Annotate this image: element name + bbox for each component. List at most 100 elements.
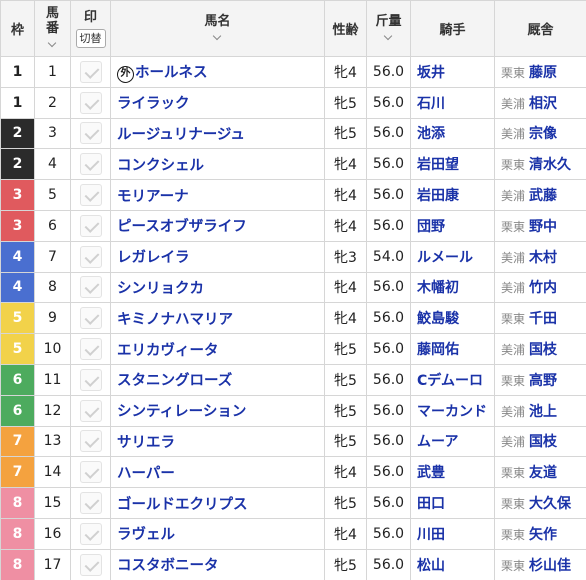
- trainer-name-link[interactable]: 清水久: [529, 157, 571, 173]
- jockey-cell: 武豊: [410, 456, 495, 489]
- mark-cell: [70, 56, 111, 88]
- check-icon[interactable]: [79, 153, 102, 176]
- check-icon[interactable]: [79, 91, 102, 114]
- check-icon[interactable]: [79, 276, 102, 299]
- weight-cell: 56.0: [366, 179, 411, 211]
- trainer-name-link[interactable]: 藤原: [529, 65, 557, 81]
- horse-name-link[interactable]: ルージュリナージュ: [117, 127, 245, 143]
- check-icon[interactable]: [79, 461, 102, 484]
- col-umaban-label-2: 番: [45, 21, 59, 36]
- trainer-cell: 美浦 国枝: [494, 333, 586, 365]
- trainer-name-link[interactable]: 国枝: [529, 342, 557, 358]
- check-icon[interactable]: [79, 368, 102, 391]
- trainer-name-link[interactable]: 武藤: [529, 188, 557, 204]
- waku-number: 7: [12, 433, 23, 450]
- check-icon[interactable]: [79, 399, 102, 422]
- jockey-name-link[interactable]: Cデムーロ: [417, 373, 483, 389]
- sexage-value: 牝5: [334, 434, 357, 451]
- sort-chevron-icon[interactable]: [45, 39, 61, 51]
- jockey-cell: 団野: [410, 209, 495, 242]
- waku-cell: 7: [0, 425, 35, 458]
- trainer-name-link[interactable]: 大久保: [529, 496, 571, 512]
- jockey-name-link[interactable]: マーカンド: [417, 404, 487, 420]
- trainer-name-link[interactable]: 千田: [529, 311, 557, 327]
- trainer-region: 栗東: [501, 373, 526, 388]
- check-icon[interactable]: [79, 522, 102, 545]
- trainer-name-link[interactable]: 友道: [529, 465, 557, 481]
- jockey-name-link[interactable]: 松山: [417, 558, 445, 574]
- trainer-cell: 栗東 藤原: [494, 56, 586, 88]
- horse-name-link[interactable]: ピースオブザライフ: [117, 219, 247, 235]
- check-icon[interactable]: [79, 492, 102, 515]
- jockey-cell: 鮫島駿: [410, 302, 495, 335]
- jockey-name-link[interactable]: 鮫島駿: [417, 311, 459, 327]
- umaban-cell: 5: [34, 179, 71, 211]
- jockey-name-link[interactable]: 田口: [417, 496, 445, 512]
- horse-name-link[interactable]: ラヴェル: [117, 527, 175, 543]
- jockey-name-link[interactable]: 坂井: [417, 65, 445, 81]
- col-trainer-label: 厩舎: [527, 23, 554, 38]
- trainer-name-link[interactable]: 矢作: [529, 527, 557, 543]
- jockey-name-link[interactable]: 岩田康: [417, 188, 459, 204]
- trainer-name-link[interactable]: 宗像: [529, 126, 557, 142]
- jockey-name-link[interactable]: ルメール: [417, 250, 473, 266]
- horse-name-link[interactable]: エリカヴィータ: [117, 343, 219, 359]
- horse-name-link[interactable]: スタニングローズ: [117, 373, 232, 389]
- horse-name-link[interactable]: モリアーナ: [117, 189, 189, 205]
- check-icon[interactable]: [79, 307, 102, 330]
- col-waku: 枠: [0, 0, 35, 57]
- weight-value: 56.0: [372, 556, 405, 573]
- col-umaban[interactable]: 馬 番: [34, 0, 71, 57]
- horse-name-link[interactable]: ハーパー: [117, 466, 175, 482]
- trainer-name-link[interactable]: 国枝: [529, 434, 557, 450]
- weight-cell: 56.0: [366, 487, 411, 519]
- horse-name-link[interactable]: ライラック: [117, 96, 190, 112]
- check-icon[interactable]: [79, 122, 102, 145]
- jockey-name-link[interactable]: 藤岡佑: [417, 342, 459, 358]
- sort-chevron-icon[interactable]: [210, 32, 226, 44]
- check-icon[interactable]: [79, 553, 102, 576]
- horse-name-link[interactable]: シンティレーション: [117, 404, 246, 420]
- sexage-value: 牝4: [334, 311, 357, 328]
- horse-name-link[interactable]: レガレイラ: [117, 250, 190, 266]
- mark-toggle-button[interactable]: 切替: [75, 28, 106, 48]
- jockey-name-link[interactable]: ムーア: [417, 434, 458, 450]
- mark-cell: [70, 425, 111, 458]
- jockey-name-link[interactable]: 岩田望: [417, 157, 459, 173]
- umaban-number: 12: [43, 402, 62, 419]
- horse-name-link[interactable]: コンクシェル: [117, 158, 204, 174]
- horse-name-link[interactable]: シンリョクカ: [117, 281, 204, 297]
- jockey-cell: 石川: [410, 86, 495, 119]
- jockey-name-link[interactable]: 川田: [417, 527, 445, 543]
- horse-name-link[interactable]: サリエラ: [117, 435, 175, 451]
- horse-name-link[interactable]: キミノナハマリア: [117, 312, 233, 328]
- check-icon[interactable]: [79, 338, 102, 361]
- jockey-name-link[interactable]: 団野: [417, 219, 445, 235]
- horse-name-link[interactable]: ホールネス: [135, 65, 208, 81]
- col-jockey: 騎手: [410, 0, 495, 57]
- jockey-name-link[interactable]: 池添: [417, 126, 445, 142]
- col-weight[interactable]: 斤量: [366, 0, 411, 57]
- check-icon[interactable]: [79, 60, 102, 83]
- col-horse[interactable]: 馬名: [110, 0, 325, 57]
- jockey-name-link[interactable]: 木幡初: [417, 280, 459, 296]
- trainer-name-link[interactable]: 杉山佳: [529, 558, 571, 574]
- mark-cell: [70, 394, 111, 427]
- check-icon[interactable]: [79, 184, 102, 207]
- trainer-name-link[interactable]: 相沢: [529, 96, 557, 112]
- horse-cell: ラヴェル: [110, 517, 325, 550]
- trainer-name-link[interactable]: 竹内: [529, 280, 557, 296]
- jockey-name-link[interactable]: 武豊: [417, 465, 445, 481]
- trainer-name-link[interactable]: 木村: [529, 250, 557, 266]
- trainer-name-link[interactable]: 池上: [529, 404, 557, 420]
- horse-name-link[interactable]: ゴールドエクリプス: [117, 497, 248, 513]
- sort-chevron-icon[interactable]: [381, 32, 397, 44]
- check-icon[interactable]: [79, 430, 102, 453]
- check-icon[interactable]: [79, 245, 102, 268]
- trainer-name-link[interactable]: 野中: [529, 219, 557, 235]
- horse-name-link[interactable]: コスタボニータ: [117, 558, 219, 574]
- check-icon[interactable]: [79, 214, 102, 237]
- umaban-cell: 11: [34, 363, 71, 396]
- trainer-name-link[interactable]: 高野: [529, 373, 557, 389]
- jockey-name-link[interactable]: 石川: [417, 96, 445, 112]
